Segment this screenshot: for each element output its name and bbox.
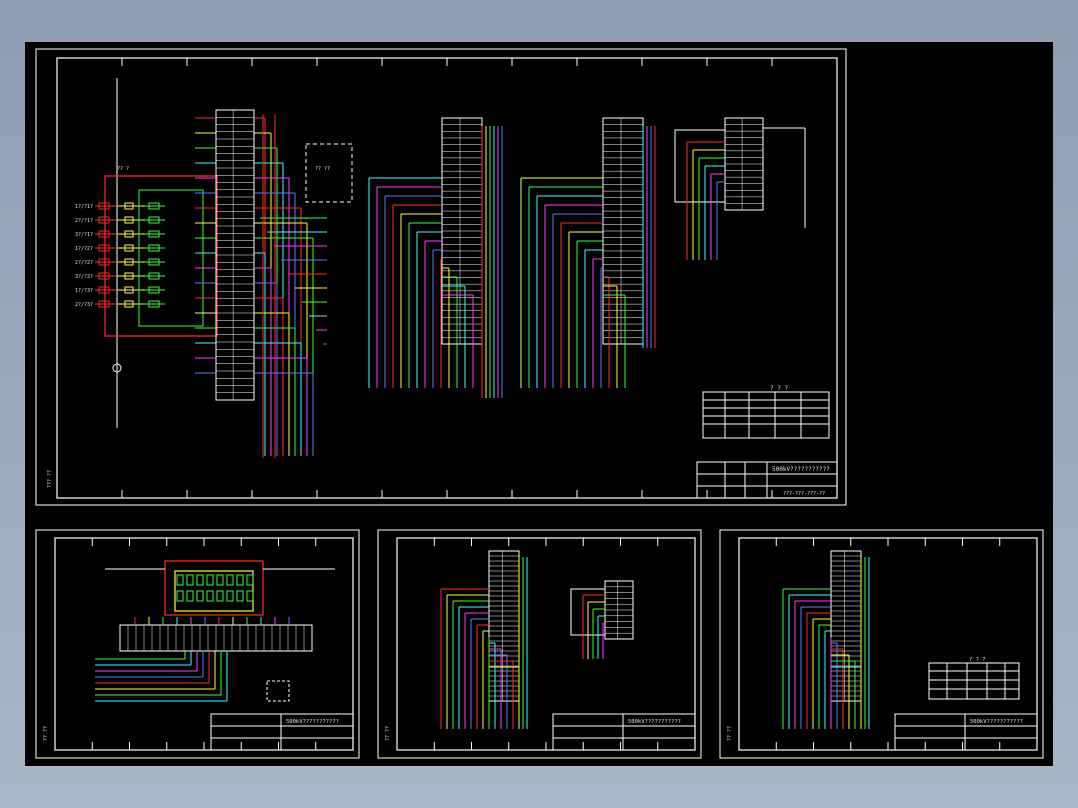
contact: [236, 574, 244, 586]
sheet-b-title-text: 500kV???????????: [628, 719, 681, 725]
contact: [186, 574, 194, 586]
sheet-a[interactable]: 500kV??????????? ?? ??: [35, 529, 360, 759]
contact: [226, 590, 234, 602]
main-dashed-box: [305, 143, 353, 203]
left-circuit-label: 3?/?2?: [75, 274, 93, 280]
main-table-title: ? ? ?: [770, 385, 788, 392]
sheet-b[interactable]: 500kV??????????? ?? ??: [377, 529, 702, 759]
left-circuit-label: 1?/?2?: [75, 246, 93, 252]
contact: [176, 574, 184, 586]
contact: [216, 590, 224, 602]
main-title-text: 500kV???????????: [772, 466, 830, 473]
left-circuit-label: 1?/?3?: [75, 288, 93, 294]
sheet-c-title-text: 500kV???????????: [970, 719, 1023, 725]
red-frame: [164, 560, 264, 616]
main-spec-table: ? ? ?: [702, 385, 830, 439]
left-circuit-label: 1?/?1?: [75, 204, 93, 210]
left-circuit-label: 2?/?2?: [75, 260, 93, 266]
left-circuit-label: 2?/?3?: [75, 302, 93, 308]
sheet-a-side-label: ?? ??: [43, 726, 49, 741]
sheet-b-side-label: ?? ??: [385, 726, 391, 741]
main-side-label: ??? ??: [47, 470, 53, 488]
contact: [226, 574, 234, 586]
left-circuit-label: 3?/?1?: [75, 232, 93, 238]
contact: [246, 590, 254, 602]
contact: [176, 590, 184, 602]
contact: [196, 590, 204, 602]
sheet-c-svg: ? ? ? 500kV??????????? ?? ??: [719, 529, 1044, 759]
sheet-a-title-text: 500kV???????????: [286, 719, 339, 725]
left-circuit-label: 2?/?1?: [75, 218, 93, 224]
main-sheet-svg: 500kV??????????? ???-???-???-?? ? ? ? ??…: [35, 48, 847, 506]
sheet-c-title-block: 500kV???????????: [894, 713, 1038, 751]
main-box-label: ?? ??: [315, 166, 330, 172]
contact: [246, 574, 254, 586]
sheet-c-side-label: ?? ??: [727, 726, 733, 741]
sheet-b-svg: 500kV??????????? ?? ??: [377, 529, 702, 759]
sheet-c-spec-table: ? ? ?: [928, 657, 1020, 700]
contact: [236, 590, 244, 602]
cad-drawing-canvas[interactable]: 500kV??????????? ???-???-???-?? ? ? ? ??…: [25, 42, 1053, 766]
dashed-box: [266, 680, 290, 702]
contact: [216, 574, 224, 586]
main-title-block: 500kV??????????? ???-???-???-??: [696, 461, 838, 499]
sheet-c[interactable]: ? ? ? 500kV??????????? ?? ??: [719, 529, 1044, 759]
sheet-a-svg: 500kV??????????? ?? ??: [35, 529, 360, 759]
contact: [206, 574, 214, 586]
contact: [186, 590, 194, 602]
main-drawing-sheet[interactable]: 500kV??????????? ???-???-???-?? ? ? ? ??…: [35, 48, 847, 506]
contact: [196, 574, 204, 586]
sheet-b-title-block: 500kV???????????: [552, 713, 696, 751]
main-title-code: ???-???-???-??: [783, 491, 825, 497]
contact: [206, 590, 214, 602]
main-bus-label: ?? ?: [117, 166, 129, 172]
red-loop: [104, 175, 218, 337]
sheet-c-table-title: ? ? ?: [969, 657, 986, 663]
sheet-a-title-block: 500kV???????????: [210, 713, 354, 751]
